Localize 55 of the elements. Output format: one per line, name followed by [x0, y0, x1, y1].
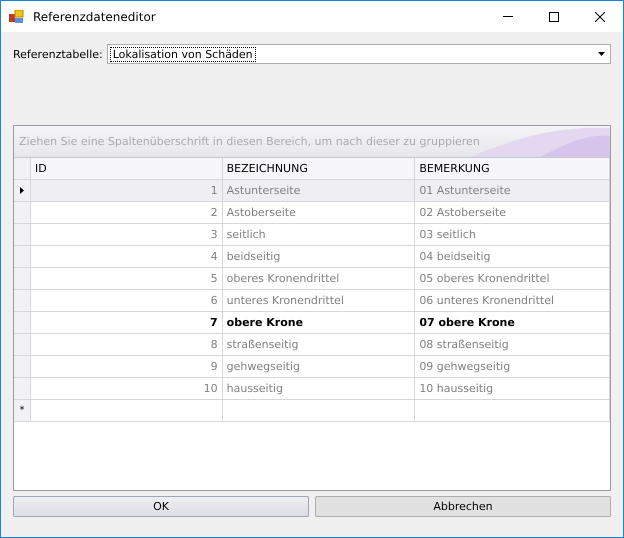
table-row[interactable]: 6 unteres Kronendrittel 06 unteres Kronendrittel: [14, 290, 610, 312]
row-indicator[interactable]: *: [14, 400, 31, 421]
table-row[interactable]: 7 obere Krone 07 obere Krone: [14, 312, 610, 334]
table-cell: 2: [30, 202, 223, 223]
table-cell: oberes Kronendrittel: [222, 268, 416, 289]
table-cell: obere Krone: [222, 312, 416, 333]
table-cell: 6: [30, 290, 223, 311]
table-cell: 8: [30, 334, 223, 355]
table-row[interactable]: 9 gehwegseitig 09 gehwegseitig: [14, 356, 610, 378]
table-cell: 03 seitlich: [415, 224, 610, 245]
table-row[interactable]: 8 straßenseitig 08 straßenseitig: [14, 334, 610, 356]
table-cell: beidseitig: [222, 246, 416, 267]
table-dropdown[interactable]: Lokalisation von Schäden: [106, 44, 611, 64]
table-row[interactable]: 2 Astoberseite 02 Astoberseite: [14, 202, 610, 224]
new-row-marker: *: [19, 405, 24, 416]
table-cell: 10: [30, 378, 223, 399]
table-cell: Astoberseite: [222, 202, 416, 223]
table-cell: Astunterseite: [222, 180, 416, 201]
table-cell: 9: [30, 356, 223, 377]
table-row[interactable]: 10 hausseitig 10 hausseitig: [14, 378, 610, 400]
group-hint: Ziehen Sie eine Spaltenüberschrift in diesen Bereich, um nach dieser zu gruppieren: [19, 135, 480, 148]
table-cell: 4: [30, 246, 223, 267]
table-cell: 7: [30, 312, 223, 333]
table-cell: 08 straßenseitig: [415, 334, 610, 355]
table-cell: gehwegseitig: [222, 356, 416, 377]
window-title: Referenzdateneditor: [33, 10, 157, 24]
table-cell: 09 gehwegseitig: [415, 356, 610, 377]
table-cell: 5: [30, 268, 223, 289]
table-cell: 04 beidseitig: [415, 246, 610, 267]
minimize-icon: [503, 16, 513, 17]
column-header[interactable]: BEZEICHNUNG: [222, 158, 416, 179]
maximize-icon: [549, 12, 559, 22]
table-row[interactable]: 5 oberes Kronendrittel 05 oberes Kronendrittel: [14, 268, 610, 290]
ok-button[interactable]: OK: [13, 496, 309, 517]
current-row-icon: [20, 187, 24, 194]
table-cell: 02 Astoberseite: [415, 202, 610, 223]
table-cell: 05 oberes Kronendrittel: [415, 268, 610, 289]
table-cell: unteres Kronendrittel: [222, 290, 416, 311]
table-row[interactable]: 4 beidseitig 04 beidseitig: [14, 246, 610, 268]
cancel-button[interactable]: Abbrechen: [315, 496, 611, 517]
table-cell: 1: [30, 180, 223, 201]
table-row[interactable]: 3 seitlich 03 seitlich: [14, 224, 610, 246]
app-icon: [9, 10, 25, 24]
table-cell: 10 hausseitig: [415, 378, 610, 399]
table-cell: seitlich: [222, 224, 416, 245]
table-cell: 01 Astunterseite: [415, 180, 610, 201]
close-icon: [595, 12, 605, 22]
table-cell: straßenseitig: [222, 334, 416, 355]
table-cell: 06 unteres Kronendrittel: [415, 290, 610, 311]
table-row[interactable]: 1 Astunterseite 01 Astunterseite: [14, 180, 610, 202]
table-cell: hausseitig: [222, 378, 416, 399]
table-cell: 3: [30, 224, 223, 245]
field-label: Referenztabelle:: [13, 48, 103, 60]
table-cell: 07 obere Krone: [415, 312, 610, 333]
dropdown-arrow-icon: [598, 52, 605, 56]
